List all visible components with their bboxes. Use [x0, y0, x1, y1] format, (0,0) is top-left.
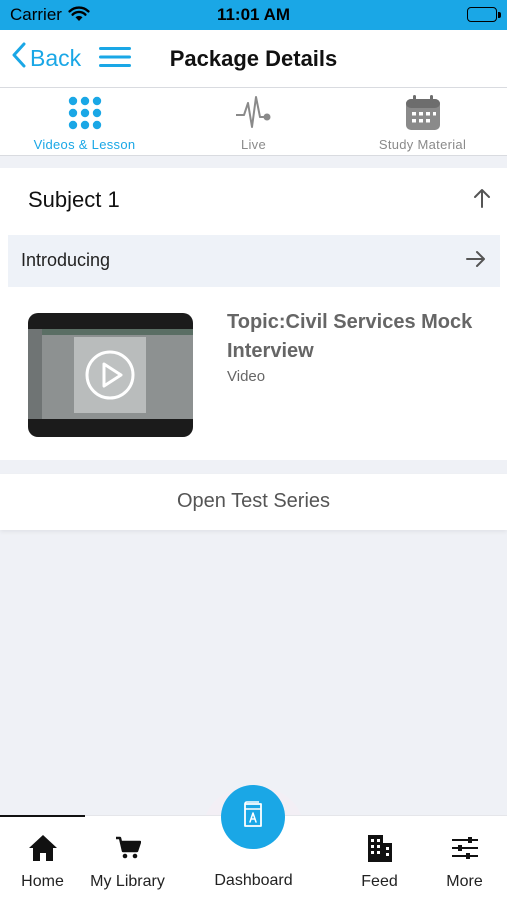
lesson-row[interactable]: Introducing	[8, 235, 500, 287]
tab-live[interactable]: Live	[169, 88, 338, 155]
tab-study-material[interactable]: Study Material	[338, 88, 507, 155]
dashboard-button[interactable]	[221, 785, 285, 849]
clock: 11:01 AM	[216, 5, 291, 24]
sliders-icon	[451, 833, 479, 863]
dashboard-label[interactable]: Dashboard	[0, 872, 507, 890]
status-bar: Carrier 11:01 AM	[0, 0, 507, 30]
subject-title: Subject 1	[28, 187, 120, 212]
tab-bar: Videos & Lesson Live Study Material	[0, 88, 507, 156]
nav-header: Back Package Details	[0, 30, 507, 88]
tab-label: Study Material	[378, 137, 467, 152]
home-icon	[28, 833, 58, 863]
arrow-right-icon	[466, 250, 486, 273]
page-title: Package Details	[169, 46, 338, 71]
pulse-icon	[235, 94, 273, 132]
play-icon[interactable]	[84, 349, 136, 406]
lesson-title: Introducing	[21, 250, 111, 270]
calendar-icon	[405, 94, 441, 132]
video-thumbnail[interactable]	[28, 313, 193, 437]
open-test-series-button[interactable]: Open Test Series	[0, 474, 507, 530]
subject-header[interactable]: Subject 1	[0, 168, 507, 230]
subject-card: Subject 1 Introducing Topic:Civil Servic…	[0, 168, 507, 460]
cart-icon	[115, 833, 141, 863]
tab-label: Live	[240, 137, 267, 152]
battery-icon	[467, 7, 501, 22]
building-icon	[366, 833, 394, 863]
video-type: Video	[227, 368, 266, 385]
grid-dots-icon	[67, 94, 103, 132]
video-item[interactable]: Topic:Civil Services Mock Interview Vide…	[0, 308, 507, 443]
tab-videos-lesson[interactable]: Videos & Lesson	[0, 88, 169, 155]
video-title: Topic:Civil Services Mock Interview	[227, 311, 473, 362]
book-icon	[241, 800, 265, 834]
tab-label: Videos & Lesson	[33, 137, 136, 152]
arrow-up-icon[interactable]	[473, 188, 491, 213]
